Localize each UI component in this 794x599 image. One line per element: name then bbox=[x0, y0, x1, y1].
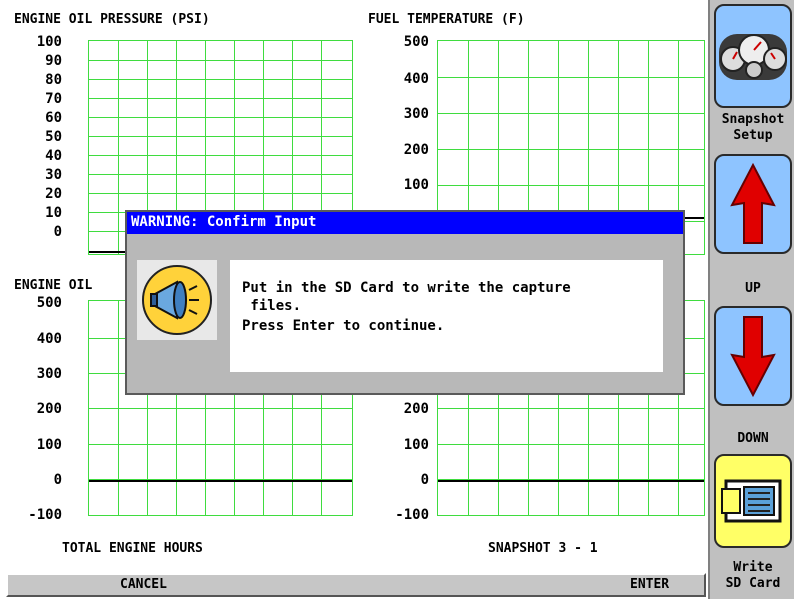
oil-temp-tick: 400 bbox=[36, 331, 62, 347]
fuel-temp-tick: 400 bbox=[403, 71, 429, 87]
dialog-message-line-1: Put in the SD Card to write the capture bbox=[242, 280, 571, 296]
oil-pressure-tick: 60 bbox=[45, 110, 62, 126]
enter-button[interactable]: ENTER bbox=[630, 577, 669, 592]
oil-pressure-tick: 90 bbox=[45, 53, 62, 69]
up-arrow-icon bbox=[730, 163, 776, 244]
oil-pressure-tick: 40 bbox=[45, 148, 62, 164]
fuel-temp-tick: 100 bbox=[403, 177, 429, 193]
megaphone-icon bbox=[142, 265, 212, 335]
fuel-temp-tick: 300 bbox=[403, 106, 429, 122]
up-label: UP bbox=[745, 281, 761, 296]
fuel-temp-tick: -100 bbox=[395, 507, 429, 523]
oil-pressure-tick: 50 bbox=[45, 129, 62, 145]
oil-pressure-tick: 0 bbox=[53, 224, 62, 240]
oil-pressure-tick: 30 bbox=[45, 167, 62, 183]
fuel-temp-tick: 200 bbox=[403, 142, 429, 158]
oil-temp-tick: 0 bbox=[53, 472, 62, 488]
fuel-temp-tick: 100 bbox=[403, 437, 429, 453]
down-label: DOWN bbox=[737, 431, 769, 446]
oil-pressure-tick: 20 bbox=[45, 186, 62, 202]
oil-pressure-tick: 70 bbox=[45, 91, 62, 107]
confirm-input-dialog: WARNING: Confirm Input Put in the SD Car… bbox=[125, 210, 685, 395]
gauges-icon bbox=[719, 34, 787, 80]
sd-card-icon bbox=[721, 479, 782, 523]
write-sd-card-button[interactable] bbox=[714, 454, 792, 548]
dialog-title: WARNING: Confirm Input bbox=[127, 212, 683, 234]
total-engine-hours-label: TOTAL ENGINE HOURS bbox=[62, 541, 203, 556]
fuel-temp-tick: 200 bbox=[403, 401, 429, 417]
snapshot-label: SNAPSHOT 3 - 1 bbox=[488, 541, 598, 556]
dialog-message-line-2: files. bbox=[242, 298, 302, 314]
down-arrow-icon bbox=[730, 316, 776, 397]
oil-temp-tick: 100 bbox=[36, 437, 62, 453]
write-sd-card-label: Write SD Card bbox=[725, 560, 781, 591]
dialog-message-box: Put in the SD Card to write the capture … bbox=[230, 260, 663, 372]
fuel-temp-title: FUEL TEMPERATURE (F) bbox=[368, 12, 525, 27]
fuel-temp-trace-bottom bbox=[438, 480, 704, 482]
oil-temp-tick: -100 bbox=[28, 507, 62, 523]
snapshot-setup-label: Snapshot Setup bbox=[721, 112, 785, 143]
cancel-button[interactable]: CANCEL bbox=[120, 577, 167, 592]
side-panel: Snapshot Setup UP DOWN Write SD Card bbox=[708, 0, 794, 599]
oil-pressure-title: ENGINE OIL PRESSURE (PSI) bbox=[14, 12, 210, 27]
oil-pressure-tick: 80 bbox=[45, 72, 62, 88]
down-button[interactable] bbox=[714, 306, 792, 406]
oil-temp-tick: 500 bbox=[36, 295, 62, 311]
snapshot-setup-button[interactable] bbox=[714, 4, 792, 108]
oil-pressure-tick: 100 bbox=[36, 34, 62, 50]
oil-temp-title: ENGINE OIL bbox=[14, 278, 93, 293]
fuel-temp-tick: 0 bbox=[420, 472, 429, 488]
oil-pressure-tick: 10 bbox=[45, 205, 62, 221]
bottom-softkey-bar: CANCEL ENTER bbox=[6, 573, 706, 597]
dialog-icon-box bbox=[137, 260, 217, 340]
up-button[interactable] bbox=[714, 154, 792, 254]
oil-temp-tick: 200 bbox=[36, 401, 62, 417]
oil-temp-tick: 300 bbox=[36, 366, 62, 382]
oil-temp-trace bbox=[89, 480, 352, 482]
fuel-temp-tick: 500 bbox=[403, 34, 429, 50]
dialog-message-line-3: Press Enter to continue. bbox=[242, 318, 445, 334]
